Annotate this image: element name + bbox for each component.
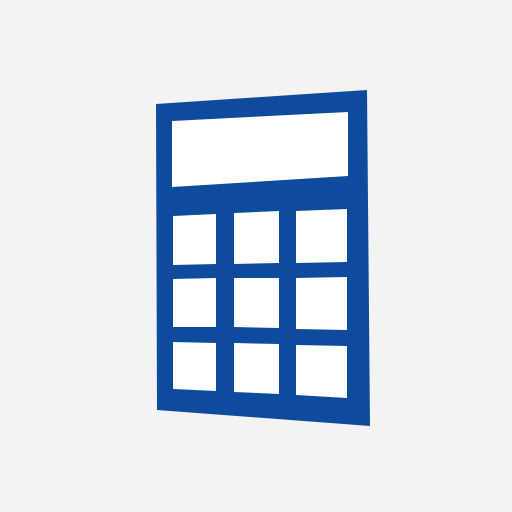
calculator-key (296, 345, 347, 398)
calculator-key (296, 277, 347, 330)
calculator-key (173, 342, 216, 391)
calculator-key (173, 278, 216, 327)
calculator-keypad (173, 209, 347, 398)
app-icon-canvas (0, 0, 512, 512)
calculator-display (172, 112, 348, 187)
calculator-key (173, 214, 216, 265)
calculator-icon (0, 0, 512, 512)
calculator-key (234, 278, 279, 328)
calculator-key (234, 343, 279, 394)
calculator-key (296, 209, 347, 263)
calculator-key (234, 211, 279, 264)
